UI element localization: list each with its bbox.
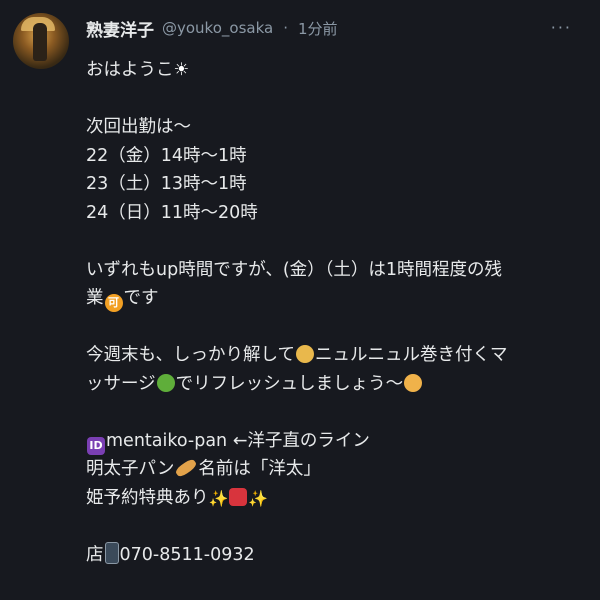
shop-phone-line: 店 070-8511-0932 — [86, 541, 591, 570]
overtime-note-suffix: です — [123, 288, 159, 308]
weekend-line-1: 今週末も、しっかり解して ニュルニュル巻き付くマ — [86, 341, 591, 370]
weekend-line-2: ッサージ でリフレッシュしましょう〜 — [86, 370, 591, 399]
hime-line: 姫予約特典あり✨ ✨ — [86, 484, 591, 513]
overtime-note-line-1: いずれもup時間ですが、(金）（土）は1時間程度の残 — [86, 259, 503, 280]
id-badge-icon: ID — [87, 436, 105, 455]
greeting-text: おはようこ — [86, 60, 174, 80]
weekend-text-c: ッサージ — [86, 373, 156, 394]
weekend-text-d: でリフレッシュしましょう〜 — [175, 373, 404, 394]
sun-icon: ☀ — [173, 60, 190, 80]
sparkles-icon: ✨ — [208, 488, 229, 508]
mentaiko-line: 明太子パン 名前は「洋太」 — [86, 455, 591, 484]
user-handle[interactable]: @youko_osaka — [162, 19, 273, 37]
schedule-title: 次回出勤は〜 — [86, 117, 191, 137]
gift-icon — [229, 487, 248, 506]
schedule-day-3: 24（日）11時〜20時 — [86, 202, 258, 223]
mobile-phone-icon — [104, 541, 119, 564]
mentaiko-name-text: 名前は「洋太」 — [198, 459, 321, 479]
more-options-icon[interactable]: ··· — [551, 18, 572, 37]
overtime-note-text: 業 — [86, 288, 104, 308]
line-id-text: mentaiko-pan ←洋子直のライン — [106, 430, 370, 451]
sparkles-icon: ✨ — [248, 488, 269, 508]
display-name[interactable]: 熟妻洋子 — [86, 16, 154, 41]
timestamp[interactable]: 1分前 — [298, 18, 338, 39]
avatar[interactable] — [13, 13, 69, 69]
avatar-figure-shape — [33, 23, 47, 61]
greeting-line: おはようこ☀ — [86, 56, 591, 85]
shop-phone-number[interactable]: 070-8511-0932 — [120, 545, 255, 565]
tweet-card[interactable]: 熟妻洋子 @youko_osaka · 1分前 ··· おはようこ☀ 次回出勤は… — [0, 0, 600, 600]
ok-circle-icon: 可 — [104, 294, 123, 312]
schedule-day-1: 22（金）14時〜1時 — [86, 145, 247, 166]
mentaiko-text: 明太子パン — [86, 459, 175, 479]
snake-icon — [156, 373, 175, 392]
weekend-text-a: 今週末も、しっかり解して — [86, 345, 295, 365]
massage-icon — [295, 345, 314, 363]
separator-dot: · — [283, 19, 288, 37]
weekend-text-b: ニュルニュル巻き付くマ — [314, 345, 508, 365]
schedule-day-2: 23（土）13時〜1時 — [86, 174, 247, 194]
overtime-note-line-2: 業可です — [86, 284, 591, 313]
tweet-header: 熟妻洋子 @youko_osaka · 1分前 — [86, 16, 338, 41]
baguette-icon — [174, 457, 199, 479]
hime-text: 姫予約特典あり — [86, 487, 209, 508]
tweet-text: おはようこ☀ 次回出勤は〜 22（金）14時〜1時 23（土）13時〜1時 24… — [86, 56, 591, 569]
woman-raising-hand-icon — [404, 373, 423, 392]
line-id-line: ID mentaiko-pan ←洋子直のライン — [86, 427, 591, 456]
shop-label: 店 — [86, 544, 104, 565]
